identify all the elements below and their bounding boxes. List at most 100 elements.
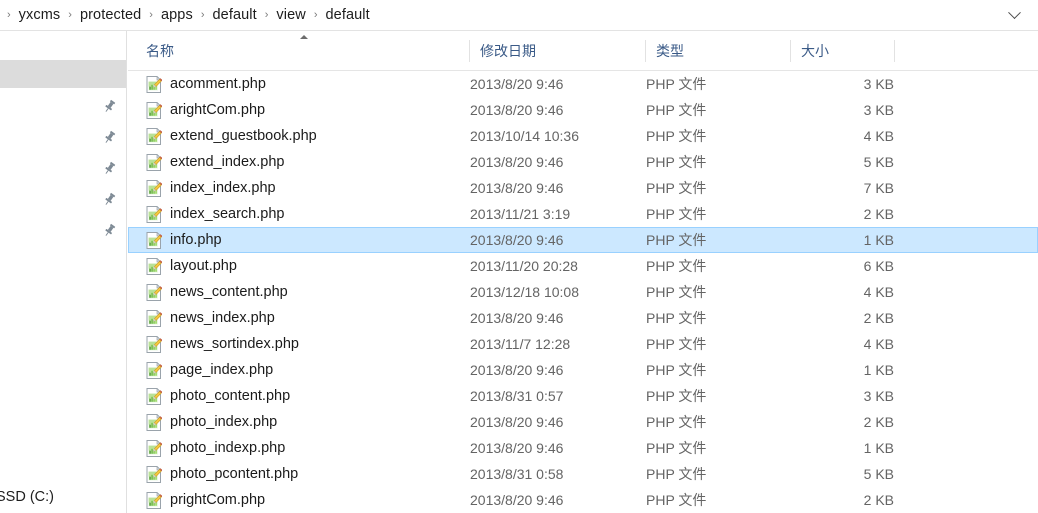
table-row[interactable]: layout.php 2013/11/20 20:28 PHP 文件 6 KB [128,253,1038,279]
pushpin-icon[interactable] [96,155,122,181]
table-row[interactable]: news_sortindex.php 2013/11/7 12:28 PHP 文件 4… [128,331,1038,357]
table-row[interactable]: news_content.php 2013/12/18 10:08 PHP 文件 4 … [128,279,1038,305]
file-name-cell[interactable]: index_index.php [146,175,276,201]
column-header-row: 名称 修改日期 类型 大小 [128,31,1038,71]
breadcrumb-separator[interactable]: › [144,9,158,21]
file-name-cell[interactable]: acomment.php [146,71,266,97]
file-size-cell: 2 KB [863,206,894,222]
php-file-icon [146,127,162,145]
table-row[interactable]: prightCom.php 2013/8/20 9:46 PHP 文件 2 KB [128,487,1038,513]
breadcrumb-separator[interactable]: › [260,9,274,21]
file-name-label: arightCom.php [170,102,266,118]
file-type-cell: PHP 文件 [646,336,707,352]
table-row[interactable]: info.php 2013/8/20 9:46 PHP 文件 1 KB [128,227,1038,253]
pushpin-icon[interactable] [96,186,122,212]
php-file-icon [146,75,162,93]
address-history-dropdown-button[interactable] [1000,0,1028,30]
php-file-icon [146,153,162,171]
file-size-cell: 1 KB [863,232,894,248]
column-header-date-modified[interactable]: 修改日期 [480,31,536,71]
table-row[interactable]: extend_index.php 2013/8/20 9:46 PHP 文件 5 KB [128,149,1038,175]
file-size-cell: 4 KB [863,284,894,300]
sort-ascending-icon [300,35,308,39]
nav-selected-item-placeholder[interactable] [0,60,126,88]
table-row[interactable]: page_index.php 2013/8/20 9:46 PHP 文件 1 KB [128,357,1038,383]
file-type-cell: PHP 文件 [646,440,707,456]
file-name-cell[interactable]: photo_pcontent.php [146,461,298,487]
file-size-cell: 2 KB [863,414,894,430]
php-file-icon [146,309,162,327]
file-list-pane: 名称 修改日期 类型 大小 acomment.php 2013/8/20 9:46… [128,31,1038,513]
breadcrumb-item-view[interactable]: view [273,4,308,26]
column-divider[interactable] [894,40,895,62]
nav-item-ssd-c[interactable]: SSD (C:) [0,489,127,505]
chevron-down-icon [1007,5,1021,19]
file-name-cell[interactable]: layout.php [146,253,237,279]
table-row[interactable]: acomment.php 2013/8/20 9:46 PHP 文件 3 KB [128,71,1038,97]
breadcrumb-item-default[interactable]: default [323,4,373,26]
table-row[interactable]: photo_indexp.php 2013/8/20 9:46 PHP 文件 1 KB [128,435,1038,461]
breadcrumb-item-apps[interactable]: apps [158,4,196,26]
breadcrumb-item-protected[interactable]: protected [77,4,144,26]
file-size-cell: 7 KB [863,180,894,196]
column-header-type[interactable]: 类型 [656,31,684,71]
address-bar: › yxcms › protected › apps › default › view › defau… [0,0,1038,31]
file-date-cell: 2013/8/31 0:57 [470,388,564,404]
table-row[interactable]: arightCom.php 2013/8/20 9:46 PHP 文件 3 KB [128,97,1038,123]
table-row[interactable]: photo_content.php 2013/8/31 0:57 PHP 文件 3 K… [128,383,1038,409]
pushpin-icon[interactable] [96,93,122,119]
breadcrumb: › yxcms › protected › apps › default › view › defau… [0,0,1000,30]
file-date-cell: 2013/12/18 10:08 [470,284,579,300]
file-name-cell[interactable]: news_sortindex.php [146,331,299,357]
file-name-cell[interactable]: photo_content.php [146,383,290,409]
file-explorer-window: › yxcms › protected › apps › default › view › defau… [0,0,1038,513]
file-name-cell[interactable]: info.php [146,227,222,253]
file-name-cell[interactable]: news_index.php [146,305,275,331]
file-name-cell[interactable]: photo_indexp.php [146,435,285,461]
pushpin-icon[interactable] [96,217,122,243]
table-row[interactable]: photo_index.php 2013/8/20 9:46 PHP 文件 2 KB [128,409,1038,435]
file-type-cell: PHP 文件 [646,388,707,404]
table-row[interactable]: photo_pcontent.php 2013/8/31 0:58 PHP 文件 5 … [128,461,1038,487]
file-size-cell: 3 KB [863,102,894,118]
file-name-label: photo_index.php [170,414,278,430]
file-size-cell: 6 KB [863,258,894,274]
file-name-label: index_index.php [170,180,276,196]
php-file-icon [146,465,162,483]
breadcrumb-item-yxcms[interactable]: yxcms [16,4,64,26]
file-name-cell[interactable]: prightCom.php [146,487,265,513]
pushpin-icon[interactable] [96,124,122,150]
file-name-cell[interactable]: page_index.php [146,357,273,383]
file-date-cell: 2013/10/14 10:36 [470,128,579,144]
file-size-cell: 1 KB [863,440,894,456]
file-name-cell[interactable]: news_content.php [146,279,288,305]
file-date-cell: 2013/8/20 9:46 [470,154,564,170]
breadcrumb-separator[interactable]: › [309,9,323,21]
file-name-cell[interactable]: index_search.php [146,201,284,227]
column-divider[interactable] [790,40,791,62]
file-name-label: index_search.php [170,206,285,222]
file-name-label: news_sortindex.php [170,336,299,352]
breadcrumb-item-default[interactable]: default [209,4,259,26]
file-date-cell: 2013/8/20 9:46 [470,362,564,378]
table-row[interactable]: news_index.php 2013/8/20 9:46 PHP 文件 2 KB [128,305,1038,331]
file-name-label: extend_index.php [170,154,285,170]
table-row[interactable]: extend_guestbook.php 2013/10/14 10:36 PHP … [128,123,1038,149]
navigation-pane: SSD (C:) [0,31,127,513]
file-type-cell: PHP 文件 [646,258,707,274]
file-name-cell[interactable]: arightCom.php [146,97,265,123]
breadcrumb-separator[interactable]: › [63,9,77,21]
breadcrumb-separator[interactable]: › [196,9,210,21]
file-date-cell: 2013/8/20 9:46 [470,492,564,508]
column-header-name[interactable]: 名称 [146,31,174,71]
file-name-cell[interactable]: photo_index.php [146,409,277,435]
column-divider[interactable] [469,40,470,62]
file-date-cell: 2013/11/7 12:28 [470,336,571,352]
file-name-cell[interactable]: extend_guestbook.php [146,123,317,149]
file-size-cell: 2 KB [863,492,894,508]
column-header-size[interactable]: 大小 [801,31,829,71]
table-row[interactable]: index_index.php 2013/8/20 9:46 PHP 文件 7 KB [128,175,1038,201]
table-row[interactable]: index_search.php 2013/11/21 3:19 PHP 文件 2 K… [128,201,1038,227]
column-divider[interactable] [645,40,646,62]
file-name-cell[interactable]: extend_index.php [146,149,285,175]
